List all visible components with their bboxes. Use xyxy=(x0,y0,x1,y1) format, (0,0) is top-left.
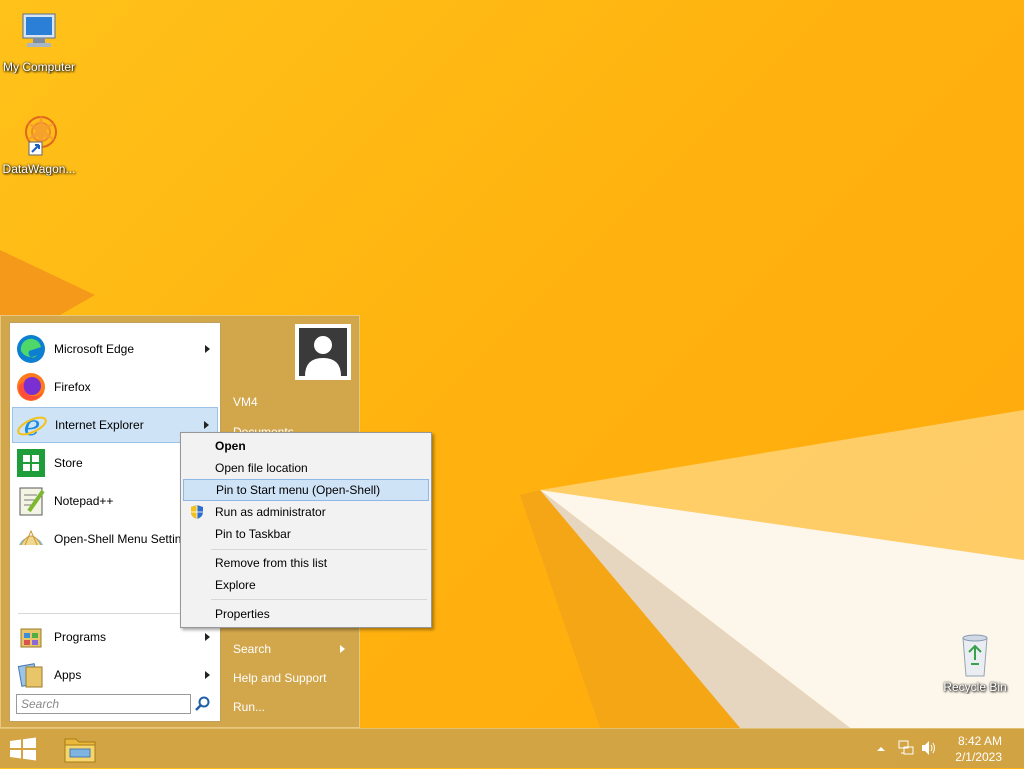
context-menu: Open Open file location Pin to Start men… xyxy=(180,432,432,628)
submenu-arrow-icon xyxy=(205,633,210,641)
ctx-properties[interactable]: Properties xyxy=(183,603,429,625)
start-item-firefox[interactable]: Firefox xyxy=(12,369,218,405)
ctx-explore[interactable]: Explore xyxy=(183,574,429,596)
ctx-item-label: Open file location xyxy=(215,461,308,475)
desktop-icon-label: DataWagon... xyxy=(2,162,76,176)
svg-text:e: e xyxy=(24,409,41,441)
desktop-icon-label: Recycle Bin xyxy=(943,680,1007,694)
start-item-microsoft-edge[interactable]: Microsoft Edge xyxy=(12,331,218,367)
firefox-icon xyxy=(15,371,47,403)
start-right-user[interactable]: VM4 xyxy=(233,395,258,409)
start-button[interactable] xyxy=(8,737,38,761)
programs-icon xyxy=(15,621,47,653)
search-icon[interactable] xyxy=(194,695,212,713)
ctx-item-label: Run as administrator xyxy=(215,505,326,519)
ctx-pin-to-start-menu[interactable]: Pin to Start menu (Open-Shell) xyxy=(183,479,429,501)
user-avatar[interactable] xyxy=(295,324,351,380)
submenu-arrow-icon xyxy=(204,421,209,429)
store-icon xyxy=(15,447,47,479)
ctx-open[interactable]: Open xyxy=(183,435,429,457)
start-right-search[interactable]: Search xyxy=(233,642,271,656)
uac-shield-icon xyxy=(189,504,205,520)
start-search-input[interactable]: Search xyxy=(16,694,191,714)
edge-icon xyxy=(15,333,47,365)
taskbar: 8:42 AM 2/1/2023 xyxy=(0,728,1024,768)
show-hidden-icons-icon[interactable] xyxy=(876,743,886,757)
clock-time[interactable]: 8:42 AM xyxy=(958,734,1002,748)
ctx-separator xyxy=(211,549,427,550)
desktop-icon-label: My Computer xyxy=(2,60,76,74)
start-item-label: Programs xyxy=(54,630,107,644)
start-item-label: Notepad++ xyxy=(54,494,114,508)
start-right-run[interactable]: Run... xyxy=(233,700,265,714)
clock-date[interactable]: 2/1/2023 xyxy=(955,750,1002,764)
desktop-icon-my-computer[interactable]: My Computer xyxy=(0,10,78,74)
start-item-label: Internet Explorer xyxy=(55,418,144,432)
datawagon-icon xyxy=(15,112,63,160)
ctx-separator xyxy=(211,599,427,600)
apps-icon xyxy=(15,659,47,691)
ctx-pin-to-taskbar[interactable]: Pin to Taskbar xyxy=(183,523,429,545)
folder-icon xyxy=(64,738,96,763)
ctx-item-label: Explore xyxy=(215,578,256,592)
start-item-label: Open-Shell Menu Settings xyxy=(54,532,195,546)
start-right-help-and-support[interactable]: Help and Support xyxy=(233,671,326,685)
computer-icon xyxy=(15,10,63,58)
submenu-arrow-icon xyxy=(205,671,210,679)
internet-explorer-icon: e xyxy=(16,409,48,442)
recycle-bin-icon xyxy=(951,630,999,678)
desktop-icon-recycle-bin[interactable]: Recycle Bin xyxy=(936,630,1014,694)
network-icon[interactable] xyxy=(897,739,915,760)
ctx-item-label: Remove from this list xyxy=(215,556,328,570)
taskbar-file-explorer[interactable] xyxy=(62,732,98,766)
submenu-arrow-icon xyxy=(205,345,210,353)
start-item-label: Apps xyxy=(54,668,82,682)
ctx-item-label: Open xyxy=(215,439,246,453)
volume-icon[interactable] xyxy=(920,739,938,760)
start-item-label: Microsoft Edge xyxy=(54,342,135,356)
ctx-item-label: Properties xyxy=(215,607,270,621)
notepadpp-icon xyxy=(15,485,47,517)
start-item-label: Firefox xyxy=(54,380,91,394)
submenu-arrow-icon xyxy=(340,645,345,653)
windows-logo-icon xyxy=(10,737,36,761)
ctx-run-as-administrator[interactable]: Run as administrator xyxy=(183,501,429,523)
desktop-icon-datawagon[interactable]: DataWagon... xyxy=(0,112,78,176)
ctx-item-label: Pin to Taskbar xyxy=(215,527,291,541)
open-shell-icon xyxy=(15,523,47,555)
start-item-label: Store xyxy=(54,456,83,470)
ctx-item-label: Pin to Start menu (Open-Shell) xyxy=(216,483,381,497)
ctx-open-file-location[interactable]: Open file location xyxy=(183,457,429,479)
ctx-remove-from-list[interactable]: Remove from this list xyxy=(183,552,429,574)
user-avatar-icon xyxy=(305,336,341,376)
start-item-apps[interactable]: Apps xyxy=(12,657,218,693)
